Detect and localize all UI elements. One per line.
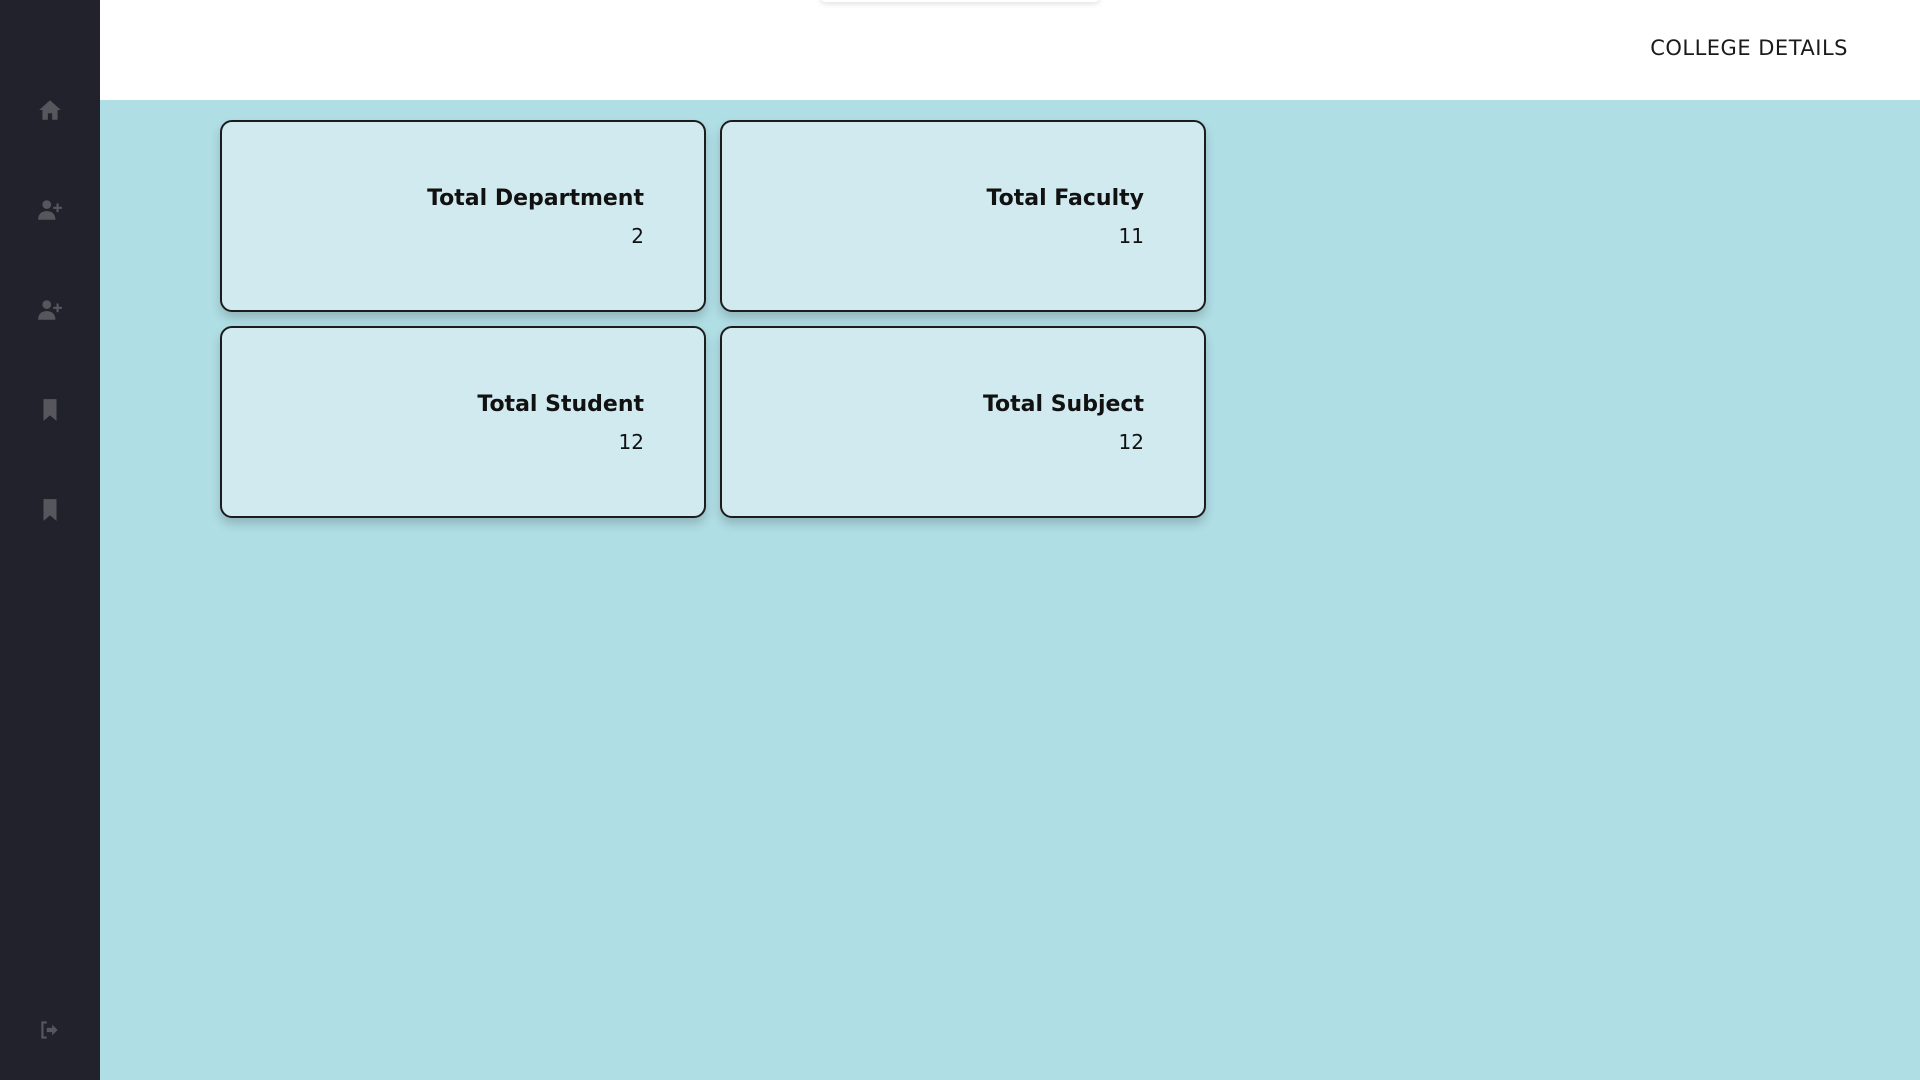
- sidebar-item-add-user-1[interactable]: [0, 180, 100, 240]
- top-bar: COLLEGE DETAILS: [100, 0, 1920, 100]
- user-plus-icon: [38, 200, 62, 220]
- sidebar-item-bookmark-1[interactable]: [0, 380, 100, 440]
- bookmark-icon: [43, 399, 57, 421]
- card-title: Total Subject: [982, 392, 1144, 417]
- card-total-subject: Total Subject 12: [720, 326, 1206, 518]
- card-total-faculty: Total Faculty 11: [720, 120, 1206, 312]
- home-icon: [39, 100, 61, 120]
- sidebar: [0, 0, 100, 1080]
- page-title: COLLEGE DETAILS: [1650, 36, 1848, 60]
- card-value: 2: [631, 224, 644, 248]
- bookmark-icon: [43, 499, 57, 521]
- logout-button[interactable]: [0, 1000, 100, 1060]
- card-value: 12: [1118, 430, 1144, 454]
- card-title: Total Department: [427, 186, 644, 211]
- card-title: Total Student: [477, 392, 644, 417]
- card-total-department: Total Department 2: [220, 120, 706, 312]
- top-notch: [820, 0, 1100, 2]
- sidebar-item-bookmark-2[interactable]: [0, 480, 100, 540]
- user-plus-icon: [38, 300, 62, 320]
- sign-out-icon: [41, 1021, 58, 1039]
- card-value: 12: [618, 430, 644, 454]
- sidebar-item-home[interactable]: [0, 80, 100, 140]
- app-root: COLLEGE DETAILS Total Department 2 Total…: [0, 0, 1920, 1080]
- sidebar-item-add-user-2[interactable]: [0, 280, 100, 340]
- card-value: 11: [1118, 224, 1144, 248]
- card-title: Total Faculty: [986, 186, 1144, 211]
- card-total-student: Total Student 12: [220, 326, 706, 518]
